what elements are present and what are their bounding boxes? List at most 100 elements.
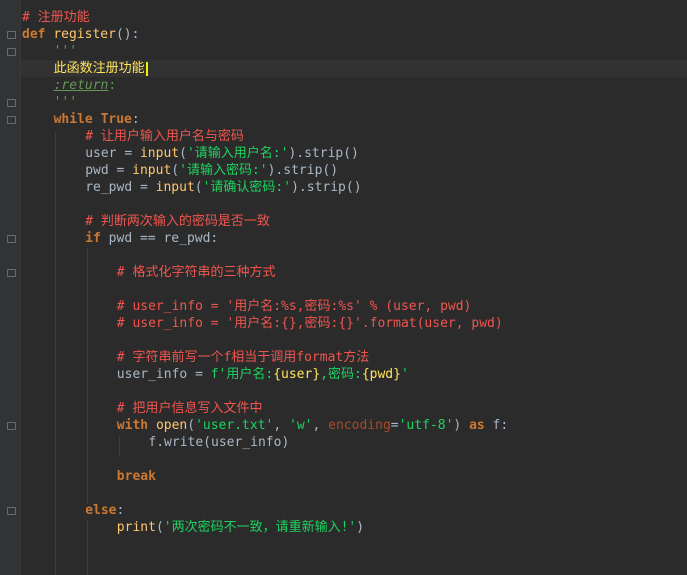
code-token: # 判断两次输入的密码是否一致 bbox=[85, 214, 270, 229]
code-token: 'user.txt' bbox=[195, 418, 274, 433]
code-token: 此函数注册功能 bbox=[53, 61, 145, 76]
code-token: ( bbox=[187, 418, 196, 433]
code-token: : bbox=[116, 503, 125, 518]
code-token: '请确认密码:' bbox=[202, 180, 292, 195]
code-token: with bbox=[116, 418, 156, 433]
code-token: 'w' bbox=[289, 418, 313, 433]
code-token: f: bbox=[492, 418, 509, 433]
code-token: : bbox=[108, 78, 117, 93]
code-token: if bbox=[85, 231, 109, 246]
code-token: {pwd} bbox=[361, 367, 401, 382]
code-token: : bbox=[131, 112, 140, 127]
code-line[interactable]: re_pwd = input('请确认密码:').strip() bbox=[85, 179, 361, 196]
fold-marker-icon[interactable] bbox=[7, 507, 16, 515]
code-token: # 让用户输入用户名与密码 bbox=[85, 129, 244, 144]
text-caret bbox=[145, 61, 148, 76]
code-token: ''' bbox=[53, 44, 78, 59]
code-token: ' bbox=[400, 367, 409, 382]
code-line[interactable]: print('两次密码不一致，请重新输入!') bbox=[117, 519, 364, 536]
code-token: ).strip() bbox=[267, 163, 339, 178]
code-token: as bbox=[469, 418, 493, 433]
fold-marker-icon[interactable] bbox=[7, 116, 16, 124]
code-token: # 把用户信息写入文件中 bbox=[116, 401, 263, 416]
code-line[interactable]: user = input('请输入用户名:').strip() bbox=[85, 145, 359, 162]
code-token: re_pwd = bbox=[85, 180, 156, 195]
code-token: (): bbox=[115, 27, 140, 42]
code-token: {user} bbox=[273, 367, 321, 382]
code-line[interactable]: # 把用户信息写入文件中 bbox=[117, 400, 263, 417]
code-line[interactable]: ''' bbox=[54, 43, 77, 60]
code-token: while bbox=[53, 112, 101, 127]
code-line[interactable]: else: bbox=[85, 502, 124, 519]
code-token: else bbox=[85, 503, 117, 518]
code-token: ) bbox=[356, 520, 365, 535]
fold-marker-icon[interactable] bbox=[7, 48, 16, 56]
editor-gutter[interactable] bbox=[0, 0, 20, 575]
code-token: ) bbox=[453, 418, 470, 433]
code-line[interactable]: if pwd == re_pwd: bbox=[85, 230, 218, 247]
code-line[interactable]: # 判断两次输入的密码是否一致 bbox=[85, 213, 270, 230]
code-token: ).strip() bbox=[288, 146, 359, 161]
indent-guide bbox=[87, 521, 88, 575]
code-token: '请输入密码:' bbox=[179, 163, 268, 178]
code-token: :return bbox=[53, 78, 109, 93]
indent-guide bbox=[55, 132, 56, 575]
code-token: register bbox=[53, 27, 116, 42]
code-token: break bbox=[116, 469, 156, 484]
code-token: user = bbox=[85, 146, 140, 161]
code-line[interactable]: f.write(user_info) bbox=[148, 434, 289, 451]
code-token: '两次密码不一致，请重新输入!' bbox=[163, 520, 357, 535]
code-line[interactable]: # 让用户输入用户名与密码 bbox=[85, 128, 244, 145]
fold-marker-icon[interactable] bbox=[7, 235, 16, 243]
code-line[interactable]: ''' bbox=[54, 94, 77, 111]
indent-guide bbox=[119, 436, 120, 456]
code-editor[interactable]: # 注册功能 def register(): ''' 此函数注册功能:return: '… bbox=[0, 0, 687, 575]
code-token: 'utf-8' bbox=[398, 418, 454, 433]
code-token: user_info = bbox=[116, 367, 211, 382]
code-token: ).strip() bbox=[291, 180, 362, 195]
code-line[interactable]: def register(): bbox=[22, 26, 139, 43]
code-token: ( bbox=[155, 520, 164, 535]
code-token: ( bbox=[194, 180, 203, 195]
code-line[interactable]: user_info = f'用户名:{user},密码:{pwd}' bbox=[117, 366, 409, 383]
code-token: # user_info = '用户名:{},密码:{}'.format(user… bbox=[116, 316, 503, 331]
code-token: input bbox=[139, 146, 180, 161]
code-token: # user_info = '用户名:%s,密码:%s' % (user, pw… bbox=[116, 299, 472, 314]
code-line[interactable]: 此函数注册功能 bbox=[54, 60, 148, 77]
code-token: # 注册功能 bbox=[22, 10, 90, 25]
code-token: , bbox=[273, 418, 290, 433]
code-line[interactable]: # user_info = '用户名:%s,密码:%s' % (user, pw… bbox=[117, 298, 472, 315]
code-token: # 字符串前写一个f相当于调用format方法 bbox=[116, 350, 370, 365]
fold-marker-icon[interactable] bbox=[7, 269, 16, 277]
code-token: print bbox=[116, 520, 156, 535]
gutter-divider bbox=[20, 0, 21, 575]
code-line[interactable]: # user_info = '用户名:{},密码:{}'.format(user… bbox=[117, 315, 503, 332]
code-token: def bbox=[22, 27, 54, 42]
code-token: encoding bbox=[328, 418, 391, 433]
code-line[interactable]: :return: bbox=[54, 77, 117, 94]
code-token: pwd = bbox=[85, 163, 133, 178]
fold-marker-icon[interactable] bbox=[7, 99, 16, 107]
code-token: open bbox=[155, 418, 188, 433]
code-line[interactable]: with open('user.txt', 'w', encoding='utf… bbox=[117, 417, 508, 434]
fold-marker-icon[interactable] bbox=[7, 31, 16, 39]
code-line[interactable]: while True: bbox=[54, 111, 140, 128]
code-token: f.write(user_info) bbox=[148, 435, 290, 450]
code-token: ( bbox=[171, 163, 180, 178]
code-token: '请输入用户名:' bbox=[186, 146, 289, 161]
code-token: ,密码: bbox=[320, 367, 362, 382]
code-token: , bbox=[312, 418, 329, 433]
indent-guide bbox=[87, 249, 88, 504]
code-token: input bbox=[132, 163, 172, 178]
code-token: ''' bbox=[53, 95, 78, 110]
code-token: # 格式化字符串的三种方式 bbox=[116, 265, 276, 280]
code-line[interactable]: # 格式化字符串的三种方式 bbox=[117, 264, 276, 281]
code-line[interactable]: # 字符串前写一个f相当于调用format方法 bbox=[117, 349, 369, 366]
code-line[interactable]: # 注册功能 bbox=[22, 9, 90, 26]
code-token: pwd == re_pwd: bbox=[108, 231, 219, 246]
code-line[interactable]: break bbox=[117, 468, 156, 485]
code-line[interactable]: pwd = input('请输入密码:').strip() bbox=[85, 162, 338, 179]
code-token: input bbox=[155, 180, 195, 195]
code-token: ( bbox=[179, 146, 187, 161]
fold-marker-icon[interactable] bbox=[7, 422, 16, 430]
